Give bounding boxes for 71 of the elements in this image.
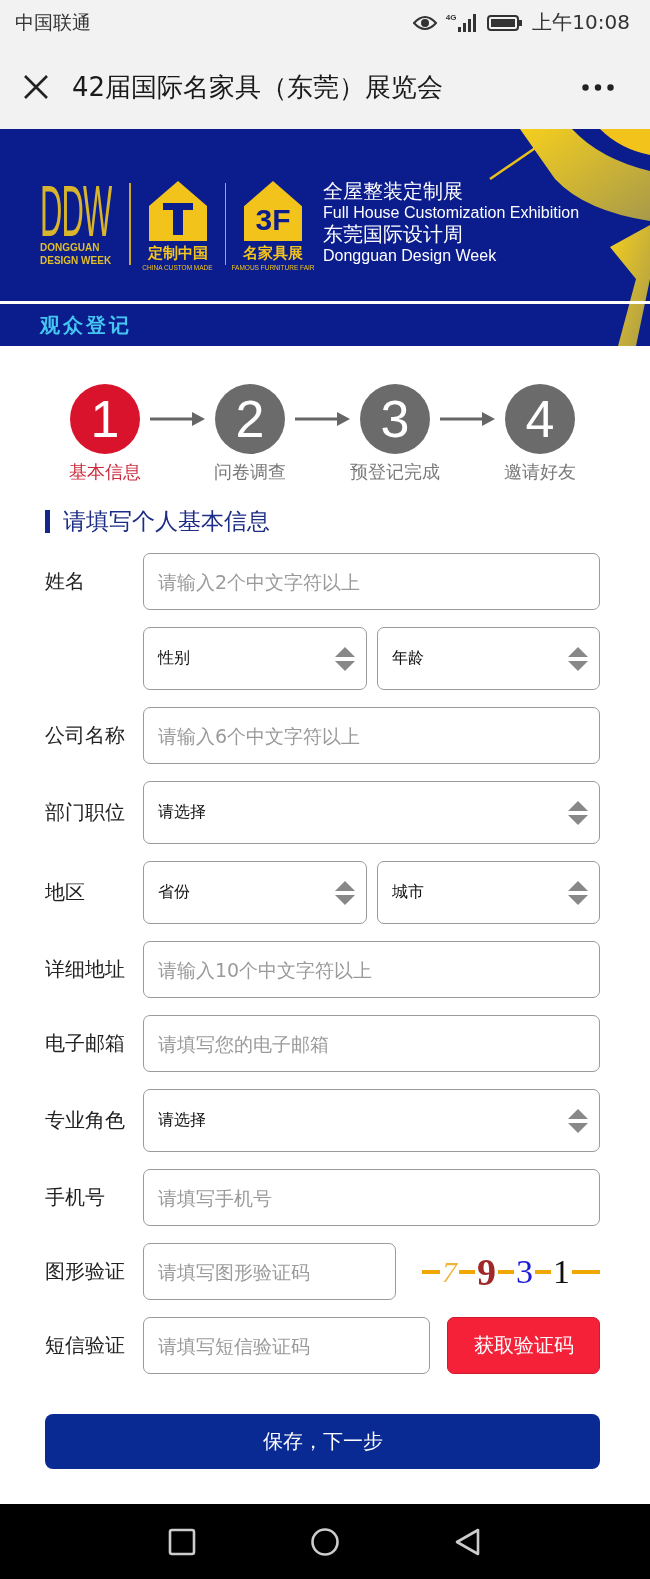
banner-subtitle: 观众登记 [40, 311, 132, 339]
text-input[interactable]: 请输入2个中文字符以上 [143, 553, 600, 610]
text-input[interactable]: 请填写图形验证码 [143, 1243, 396, 1300]
select-field[interactable]: 省份 [143, 861, 367, 924]
captcha-character: 9 [477, 1252, 496, 1291]
select-field[interactable]: 请选择 [143, 1089, 600, 1152]
captcha-character: 1 [553, 1254, 570, 1289]
signal-icon [458, 13, 479, 32]
get-code-button[interactable]: 获取验证码 [447, 1317, 600, 1374]
text-input[interactable]: 请填写短信验证码 [143, 1317, 430, 1374]
logo-wordmark: DDW [40, 181, 112, 243]
step-circle: 2 [215, 384, 285, 454]
text-input[interactable]: 请填写手机号 [143, 1169, 600, 1226]
logo-name: 定制中国 [147, 245, 208, 262]
step-label: 邀请好友 [504, 460, 576, 484]
field-label: 详细地址 [45, 956, 126, 983]
captcha-character: 3 [516, 1254, 533, 1289]
text-input[interactable]: 请输入10个中文字符以上 [143, 941, 600, 998]
select-field[interactable]: 性别 [143, 627, 367, 690]
updown-arrows-icon [567, 645, 589, 672]
heading-accent-bar [45, 510, 50, 533]
arrow-icon [440, 412, 495, 426]
field-label: 姓名 [45, 568, 86, 595]
clock-time: 上午10:08 [532, 9, 630, 36]
eye-icon [412, 14, 437, 31]
field-label: 电子邮箱 [45, 1030, 126, 1057]
logo-name: 名家具展 [243, 245, 303, 262]
step-circle: 4 [505, 384, 575, 454]
arrow-icon [295, 412, 350, 426]
updown-arrows-icon [567, 879, 589, 906]
step-label: 问卷调查 [214, 460, 286, 484]
close-icon[interactable] [22, 73, 50, 101]
page-title: 42届国际名家具（东莞）展览会 [72, 70, 444, 104]
arrow-icon [150, 412, 205, 426]
banner-headline: 东莞国际设计周 [323, 222, 464, 247]
step-label: 预登记完成 [350, 460, 440, 484]
more-icon[interactable] [582, 83, 614, 91]
save-next-button[interactable]: 保存，下一步 [45, 1414, 600, 1469]
banner-headline: 全屋整装定制展 [323, 179, 464, 203]
back-icon[interactable] [454, 1527, 482, 1556]
text-input[interactable]: 请填写您的电子邮箱 [143, 1015, 600, 1072]
field-label: 专业角色 [45, 1107, 126, 1134]
updown-arrows-icon [333, 879, 356, 906]
updown-arrows-icon [567, 799, 589, 826]
updown-arrows-icon [333, 645, 356, 672]
field-label: 手机号 [45, 1184, 106, 1211]
field-label: 部门职位 [45, 799, 126, 826]
field-label: 短信验证 [45, 1332, 126, 1359]
circle-icon[interactable] [311, 1527, 339, 1556]
field-label: 地区 [45, 879, 86, 906]
step-label: 基本信息 [69, 460, 141, 484]
battery-icon [487, 14, 524, 31]
step-circle: 3 [360, 384, 430, 454]
house-logo: 3F [244, 181, 302, 241]
banner-subheadline: Dongguan Design Week [323, 246, 498, 266]
select-field[interactable]: 年龄 [376, 627, 600, 690]
banner-subheadline: Full House Customization Exhibition [323, 203, 580, 223]
updown-arrows-icon [567, 1107, 589, 1134]
select-field[interactable]: 请选择 [143, 781, 600, 844]
house-logo-icon [148, 181, 207, 241]
square-icon[interactable] [168, 1527, 196, 1556]
field-label: 公司名称 [45, 722, 126, 749]
select-field[interactable]: 城市 [376, 861, 600, 924]
captcha-character: 7 [442, 1256, 457, 1287]
step-circle: 1 [70, 384, 140, 454]
network-label: 4G [445, 13, 457, 22]
section-heading: 请填写个人基本信息 [63, 507, 270, 536]
carrier-name: 中国联通 [15, 9, 91, 35]
logo-caption: DONGGUAN DESIGN WEEK [40, 242, 113, 267]
text-input[interactable]: 请输入6个中文字符以上 [143, 707, 600, 764]
field-label: 图形验证 [45, 1258, 126, 1285]
